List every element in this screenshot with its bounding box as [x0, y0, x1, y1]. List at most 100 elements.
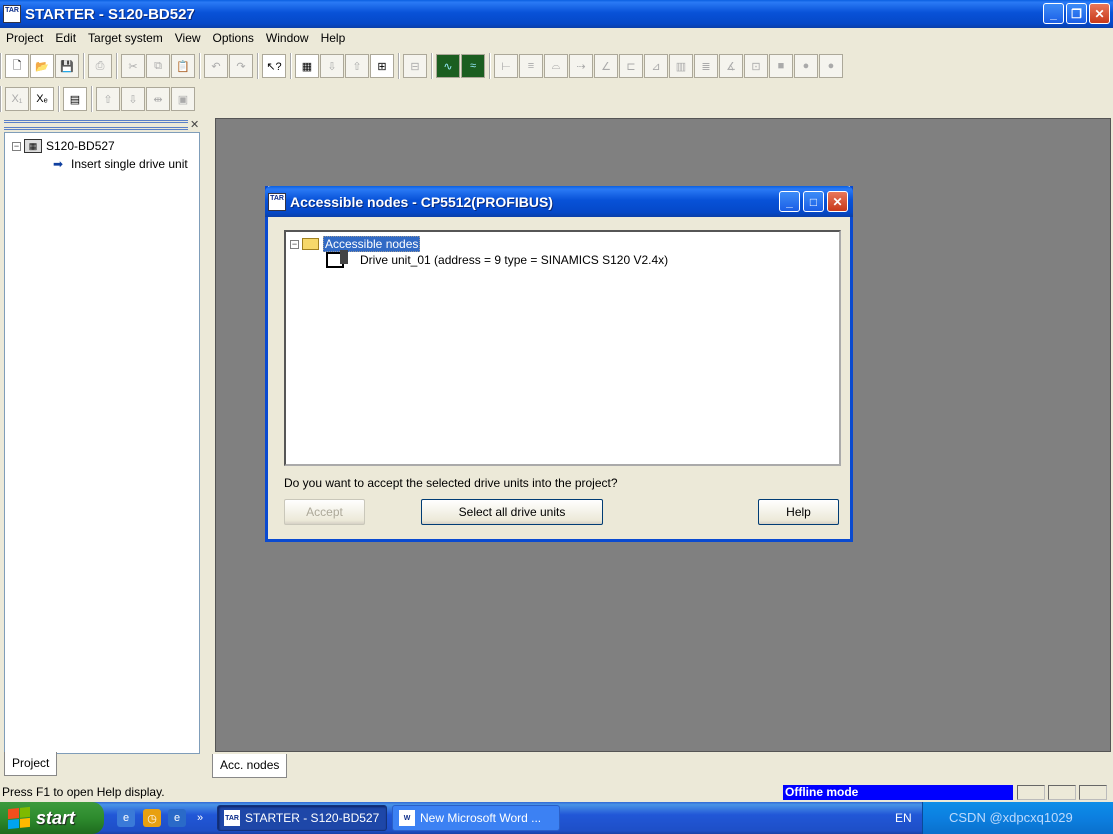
connect-target-icon[interactable]: ⊞	[370, 54, 394, 78]
accessible-nodes-dialog: TAR Accessible nodes - CP5512(PROFIBUS) …	[265, 186, 853, 542]
drive-unit-icon	[326, 250, 348, 268]
dialog-title: Accessible nodes - CP5512(PROFIBUS)	[290, 193, 553, 210]
quicklaunch-ie-icon[interactable]: e	[117, 809, 135, 827]
windows-logo-icon	[8, 806, 30, 830]
tree-insert-label: Insert single drive unit	[71, 157, 188, 171]
collapse-icon[interactable]: −	[290, 239, 299, 249]
nodes-tree: − Accessible nodes Drive unit_01 (addres…	[284, 230, 841, 466]
element-icon-13[interactable]: ●	[794, 54, 818, 78]
menu-options[interactable]: Options	[207, 31, 260, 45]
tree-item-accessible-nodes[interactable]: − Accessible nodes	[290, 236, 421, 252]
status-help-text: Press F1 to open Help display.	[2, 785, 165, 799]
element-icon-8[interactable]: ▥	[669, 54, 693, 78]
task-starter-label: STARTER - S120-BD527	[245, 811, 380, 825]
quicklaunch-browser-icon[interactable]: e	[168, 809, 186, 827]
load-to-pg-icon[interactable]: ⇩	[320, 54, 344, 78]
element-icon-10[interactable]: ∡	[719, 54, 743, 78]
x-index-icon[interactable]: X₁	[5, 87, 29, 111]
menu-target-system[interactable]: Target system	[82, 31, 169, 45]
quicklaunch-more-icon[interactable]: »	[194, 809, 206, 827]
element-icon-6[interactable]: ⊏	[619, 54, 643, 78]
paste-icon[interactable]: 📋	[171, 54, 195, 78]
element-icon-12[interactable]: ■	[769, 54, 793, 78]
drive-unit-label: Drive unit_01 (address = 9 type = SINAMI…	[360, 253, 669, 267]
starter-task-icon: TAR	[224, 810, 240, 826]
task-word-label: New Microsoft Word ...	[420, 811, 542, 825]
open-folder-icon[interactable]: 📂	[30, 54, 54, 78]
cut-icon[interactable]: ✂	[121, 54, 145, 78]
word-task-icon: W	[399, 810, 415, 826]
upload-icon[interactable]: ⇧	[96, 87, 120, 111]
menu-help[interactable]: Help	[315, 31, 352, 45]
dialog-help-button[interactable]: Help	[758, 499, 839, 525]
minimize-button[interactable]: _	[1043, 3, 1064, 24]
menu-window[interactable]: Window	[260, 31, 315, 45]
status-cell-1	[1017, 785, 1045, 800]
element-icon-3[interactable]: ⌓	[544, 54, 568, 78]
project-tree: − ▦ S120-BD527 ➡ Insert single drive uni…	[4, 132, 200, 754]
tree-item-project[interactable]: − ▦ S120-BD527	[12, 139, 115, 153]
taskbar: start e ◷ e » TAR STARTER - S120-BD527 W…	[0, 802, 1113, 834]
tab-acc-nodes[interactable]: Acc. nodes	[212, 754, 288, 778]
status-cell-2	[1048, 785, 1076, 800]
project-icon: ▦	[24, 139, 42, 153]
menu-view[interactable]: View	[169, 31, 207, 45]
language-indicator[interactable]: EN	[895, 811, 912, 825]
restore-button[interactable]: ❐	[1066, 3, 1087, 24]
watermark-text: CSDN @xdpcxq1029	[949, 810, 1073, 825]
print-icon[interactable]: ⎙	[88, 54, 112, 78]
element-icon-9[interactable]: ≣	[694, 54, 718, 78]
accessible-nodes-label: Accessible nodes	[323, 236, 421, 252]
accept-button[interactable]: Accept	[284, 499, 365, 525]
context-help-icon[interactable]: ↖?	[262, 54, 286, 78]
download-icon[interactable]: ⇩	[121, 87, 145, 111]
device-icon[interactable]: ▣	[171, 87, 195, 111]
load-to-target-icon[interactable]: ⇧	[345, 54, 369, 78]
tree-item-insert-drive[interactable]: ➡ Insert single drive unit	[49, 157, 188, 171]
undo-icon[interactable]: ↶	[204, 54, 228, 78]
save-icon[interactable]: 💾	[55, 54, 79, 78]
connect-icon[interactable]: ⇹	[146, 87, 170, 111]
system-tray: CSDN @xdpcxq1029	[922, 802, 1113, 834]
menu-edit[interactable]: Edit	[49, 31, 82, 45]
element-icon-7[interactable]: ⊿	[644, 54, 668, 78]
start-button[interactable]: start	[0, 802, 104, 834]
element-icon-1[interactable]: ⊢	[494, 54, 518, 78]
dialog-maximize-button[interactable]: □	[803, 191, 824, 212]
dialog-close-button[interactable]: ✕	[827, 191, 848, 212]
menu-project[interactable]: Project	[0, 31, 49, 45]
select-all-drive-units-button[interactable]: Select all drive units	[421, 499, 603, 525]
window-title: STARTER - S120-BD527	[25, 5, 195, 23]
panel-grip[interactable]	[4, 120, 188, 130]
task-word[interactable]: W New Microsoft Word ...	[392, 805, 560, 831]
project-navigator: ✕ − ▦ S120-BD527 ➡ Insert single drive u…	[0, 118, 206, 780]
element-icon-4[interactable]: ⇢	[569, 54, 593, 78]
close-button[interactable]: ✕	[1089, 3, 1110, 24]
tree-item-drive-unit[interactable]: Drive unit_01 (address = 9 type = SINAMI…	[326, 250, 669, 268]
element-icon-5[interactable]: ∠	[594, 54, 618, 78]
trace-icon[interactable]: ∿	[436, 54, 460, 78]
quicklaunch-clock-icon[interactable]: ◷	[143, 809, 161, 827]
task-starter[interactable]: TAR STARTER - S120-BD527	[217, 805, 387, 831]
element-icon-11[interactable]: ⊡	[744, 54, 768, 78]
main-titlebar: TAR STARTER - S120-BD527 _ ❐ ✕	[0, 0, 1113, 28]
redo-icon[interactable]: ↷	[229, 54, 253, 78]
x-e-icon[interactable]: Xₑ	[30, 87, 54, 111]
panel-close-icon[interactable]: ✕	[190, 118, 199, 131]
secondary-toolbar: X₁ Xₑ ▤ ⇧ ⇩ ⇹ ▣	[0, 83, 275, 115]
drive-list-icon[interactable]: ▤	[63, 87, 87, 111]
copy-icon[interactable]: ⧉	[146, 54, 170, 78]
accessible-nodes-icon[interactable]: ▦	[295, 54, 319, 78]
new-file-icon[interactable]: 🗋	[5, 54, 29, 78]
dialog-minimize-button[interactable]: _	[779, 191, 800, 212]
starter-app-icon: TAR	[3, 5, 21, 23]
dialog-question: Do you want to accept the selected drive…	[284, 476, 618, 490]
compare-icon[interactable]: ⊟	[403, 54, 427, 78]
element-icon-14[interactable]: ●	[819, 54, 843, 78]
tab-project[interactable]: Project	[4, 752, 58, 776]
element-icon-2[interactable]: ≡	[519, 54, 543, 78]
measure-icon[interactable]: ≈	[461, 54, 485, 78]
insert-arrow-icon: ➡	[52, 157, 64, 171]
status-cell-3	[1079, 785, 1107, 800]
collapse-icon[interactable]: −	[12, 141, 21, 151]
